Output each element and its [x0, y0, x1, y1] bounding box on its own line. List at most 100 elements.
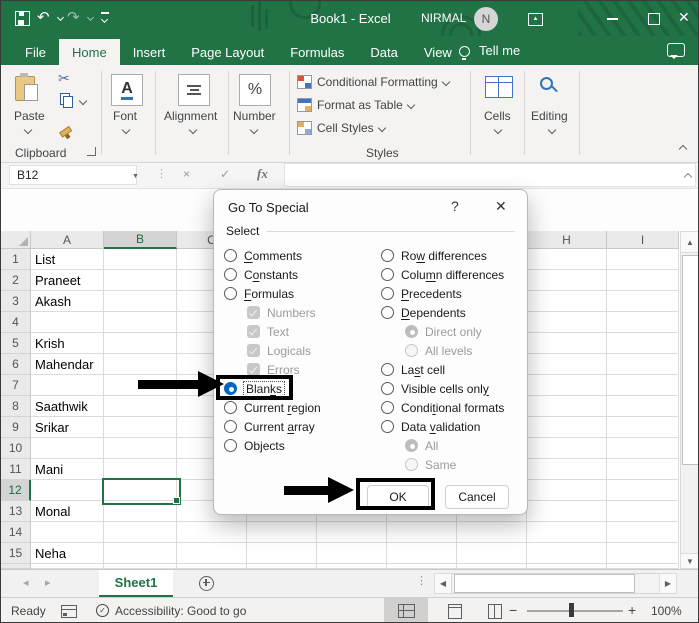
cell-F14[interactable] [387, 522, 457, 543]
cell-G15[interactable] [457, 543, 527, 564]
enter-entry-icon[interactable]: ✓ [220, 167, 230, 181]
zoom-out-button[interactable]: − [509, 602, 517, 618]
conditional-formats-radio[interactable] [381, 401, 394, 414]
cell-H14[interactable] [527, 522, 607, 543]
next-sheet-icon[interactable]: ▸ [45, 576, 51, 589]
cancel-button[interactable]: Cancel [445, 485, 509, 509]
cell-H9[interactable] [527, 417, 607, 438]
previous-sheet-icon[interactable]: ◂ [23, 576, 29, 589]
cell-B3[interactable] [104, 291, 177, 312]
cell-B15[interactable] [104, 543, 177, 564]
option-objects[interactable]: Objects [224, 436, 285, 455]
cell-B11[interactable] [104, 459, 177, 480]
row-header-14[interactable]: 14 [1, 522, 31, 543]
scroll-left-icon[interactable]: ◀ [434, 573, 452, 594]
maximize-button[interactable] [648, 13, 660, 25]
paste-button[interactable] [15, 73, 39, 101]
cell-D15[interactable] [247, 543, 317, 564]
objects-label[interactable]: Objects [244, 439, 285, 453]
cell-I2[interactable] [607, 270, 679, 291]
precedents-radio[interactable] [381, 287, 394, 300]
cell-H3[interactable] [527, 291, 607, 312]
cell-I14[interactable] [607, 522, 679, 543]
data-validation-label[interactable]: Data validation [401, 420, 480, 434]
alignment-button[interactable] [178, 74, 210, 106]
tab-file[interactable]: File [9, 39, 62, 65]
zoom-level[interactable]: 100% [651, 604, 682, 618]
row-header-1[interactable]: 1 [1, 249, 31, 270]
option-data-validation[interactable]: Data validation [381, 417, 480, 436]
cancel-entry-icon[interactable]: × [183, 167, 190, 181]
cell-A7[interactable] [31, 375, 104, 396]
option-last-cell[interactable]: Last cell [381, 360, 445, 379]
option-precedents[interactable]: Precedents [381, 284, 462, 303]
row-header-12[interactable]: 12 [1, 480, 31, 501]
cell-H5[interactable] [527, 333, 607, 354]
formulas-label[interactable]: Formulas [244, 287, 294, 301]
font-dropdown-icon[interactable] [122, 126, 130, 134]
conditional-formatting-button[interactable]: Conditional Formatting [297, 75, 449, 89]
cell-A1[interactable]: List [31, 249, 104, 270]
cell-A10[interactable] [31, 438, 104, 459]
number-dropdown-icon[interactable] [250, 126, 258, 134]
constants-label[interactable]: Constants [244, 268, 298, 282]
number-button[interactable]: % [239, 74, 271, 106]
copy-dropdown-icon[interactable] [79, 97, 87, 105]
close-button[interactable]: ✕ [678, 9, 690, 26]
row-header-13[interactable]: 13 [1, 501, 31, 522]
cell-I8[interactable] [607, 396, 679, 417]
dependents-radio[interactable] [381, 306, 394, 319]
insert-function-icon[interactable]: fx [257, 166, 268, 182]
option-dependents[interactable]: Dependents [381, 303, 466, 322]
cell-H4[interactable] [527, 312, 607, 333]
option-comments[interactable]: Comments [224, 246, 302, 265]
cell-A12[interactable] [31, 480, 104, 501]
row-header-6[interactable]: 6 [1, 354, 31, 375]
formulas-radio[interactable] [224, 287, 237, 300]
format-as-table-button[interactable]: Format as Table [297, 98, 414, 112]
row-header-11[interactable]: 11 [1, 459, 31, 480]
cell-H11[interactable] [527, 459, 607, 480]
column-differences-radio[interactable] [381, 268, 394, 281]
cell-B8[interactable] [104, 396, 177, 417]
cell-A15[interactable]: Neha [31, 543, 104, 564]
cell-H6[interactable] [527, 354, 607, 375]
row-differences-radio[interactable] [381, 249, 394, 262]
dependents-label[interactable]: Dependents [401, 306, 466, 320]
cells-button[interactable] [485, 76, 513, 98]
cell-styles-dropdown-icon[interactable] [377, 124, 385, 132]
formula-input[interactable] [284, 163, 696, 187]
zoom-in-button[interactable]: + [628, 602, 636, 618]
cell-I7[interactable] [607, 375, 679, 396]
cell-H13[interactable] [527, 501, 607, 522]
cell-I10[interactable] [607, 438, 679, 459]
scroll-up-icon[interactable]: ▲ [680, 231, 699, 253]
dialog-help-icon[interactable]: ? [451, 198, 459, 214]
row-header-5[interactable]: 5 [1, 333, 31, 354]
undo-dropdown-icon[interactable] [57, 14, 64, 21]
customize-quick-access-icon[interactable] [101, 12, 109, 14]
cell-B4[interactable] [104, 312, 177, 333]
cell-F15[interactable] [387, 543, 457, 564]
cell-I13[interactable] [607, 501, 679, 522]
row-header-2[interactable]: 2 [1, 270, 31, 291]
current-region-radio[interactable] [224, 401, 237, 414]
option-column-differences[interactable]: Column differences [381, 265, 504, 284]
row-differences-label[interactable]: Row differences [401, 249, 487, 263]
column-header-i[interactable]: I [607, 231, 679, 249]
cell-I1[interactable] [607, 249, 679, 270]
cell-A11[interactable]: Mani [31, 459, 104, 480]
cut-icon[interactable]: ✂ [58, 70, 70, 87]
row-header-3[interactable]: 3 [1, 291, 31, 312]
current-array-label[interactable]: Current array [244, 420, 315, 434]
zoom-slider-thumb[interactable] [569, 603, 574, 617]
tell-me[interactable]: Tell me [479, 43, 520, 58]
cell-B6[interactable] [104, 354, 177, 375]
cell-I4[interactable] [607, 312, 679, 333]
cell-B1[interactable] [104, 249, 177, 270]
vertical-scroll-thumb[interactable] [682, 255, 699, 465]
cell-B5[interactable] [104, 333, 177, 354]
cell-I11[interactable] [607, 459, 679, 480]
name-box[interactable]: B12 ▼ [9, 165, 137, 185]
cell-H7[interactable] [527, 375, 607, 396]
